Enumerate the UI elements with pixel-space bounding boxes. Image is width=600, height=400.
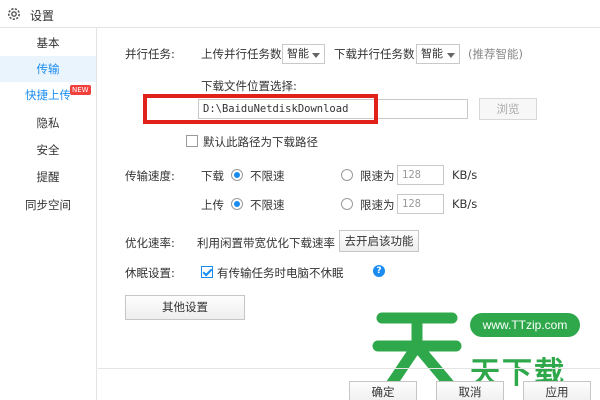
upload-unlimited-label: 不限速 bbox=[250, 198, 285, 212]
sleep-settings-label: 休眠设置: bbox=[125, 266, 175, 280]
window-title: 设置 bbox=[30, 9, 55, 23]
chevron-down-icon bbox=[312, 53, 320, 58]
upload-speed-label: 上传 bbox=[201, 198, 224, 212]
watermark-site: www.TTzip.com bbox=[470, 313, 580, 337]
other-settings-button[interactable]: 其他设置 bbox=[125, 295, 245, 320]
download-limit-label: 限速为 bbox=[360, 169, 395, 183]
sidebar-item-basic[interactable]: 基本 bbox=[0, 30, 96, 56]
download-location-label: 下载文件位置选择: bbox=[201, 79, 297, 93]
default-path-checkbox[interactable] bbox=[186, 135, 198, 147]
download-unit-label: KB/s bbox=[452, 168, 478, 182]
upload-parallel-select[interactable]: 智能 bbox=[282, 44, 325, 64]
sidebar: 基本 传输 快捷上传 NEW 隐私 安全 提醒 同步空间 bbox=[0, 28, 97, 400]
sidebar-item-label: 快捷上传 bbox=[25, 88, 71, 102]
upload-unit-label: KB/s bbox=[452, 197, 478, 211]
recommend-hint: (推荐智能) bbox=[468, 47, 523, 61]
download-parallel-label: 下载并行任务数 bbox=[334, 47, 415, 61]
download-limit-radio[interactable] bbox=[341, 169, 353, 181]
sidebar-item-sync-space[interactable]: 同步空间 bbox=[0, 192, 96, 218]
upload-limit-input[interactable]: 128 bbox=[397, 194, 444, 214]
download-unlimited-label: 不限速 bbox=[250, 169, 285, 183]
download-speed-label: 下载 bbox=[201, 169, 224, 183]
help-icon[interactable]: ? bbox=[373, 265, 385, 277]
download-unlimited-radio[interactable] bbox=[231, 169, 243, 181]
enable-optimize-button[interactable]: 去开启该功能 bbox=[339, 230, 419, 252]
new-badge: NEW bbox=[70, 85, 91, 95]
sidebar-item-security[interactable]: 安全 bbox=[0, 137, 96, 163]
apply-button[interactable]: 应用 bbox=[523, 381, 591, 400]
download-limit-input[interactable]: 128 bbox=[397, 165, 444, 185]
upload-parallel-value: 智能 bbox=[287, 47, 309, 60]
download-parallel-select[interactable]: 智能 bbox=[416, 44, 460, 64]
parallel-tasks-label: 并行任务: bbox=[125, 47, 175, 61]
prevent-sleep-label: 有传输任务时电脑不休眠 bbox=[217, 266, 344, 280]
ok-button[interactable]: 确定 bbox=[349, 381, 417, 400]
optimize-description: 利用闲置带宽优化下载速率 bbox=[197, 236, 335, 250]
upload-limit-label: 限速为 bbox=[360, 198, 395, 212]
transfer-speed-label: 传输速度: bbox=[125, 169, 175, 183]
default-path-label: 默认此路径为下载路径 bbox=[203, 135, 318, 149]
browse-button[interactable]: 浏览 bbox=[479, 98, 537, 120]
optimize-rate-label: 优化速率: bbox=[125, 236, 175, 250]
download-parallel-value: 智能 bbox=[421, 47, 443, 60]
sidebar-item-reminder[interactable]: 提醒 bbox=[0, 164, 96, 190]
gear-icon bbox=[8, 8, 20, 20]
sidebar-item-privacy[interactable]: 隐私 bbox=[0, 110, 96, 136]
highlight-box bbox=[143, 94, 378, 124]
upload-parallel-label: 上传并行任务数 bbox=[201, 47, 282, 61]
prevent-sleep-checkbox[interactable] bbox=[201, 266, 213, 278]
sidebar-item-quick-upload[interactable]: 快捷上传 NEW bbox=[0, 82, 96, 108]
chevron-down-icon bbox=[447, 53, 455, 58]
footer-divider bbox=[98, 368, 600, 369]
upload-limit-radio[interactable] bbox=[341, 198, 353, 210]
title-bar: 设置 bbox=[0, 0, 600, 28]
upload-unlimited-radio[interactable] bbox=[231, 198, 243, 210]
cancel-button[interactable]: 取消 bbox=[436, 381, 504, 400]
sidebar-item-transfer[interactable]: 传输 bbox=[0, 56, 96, 82]
